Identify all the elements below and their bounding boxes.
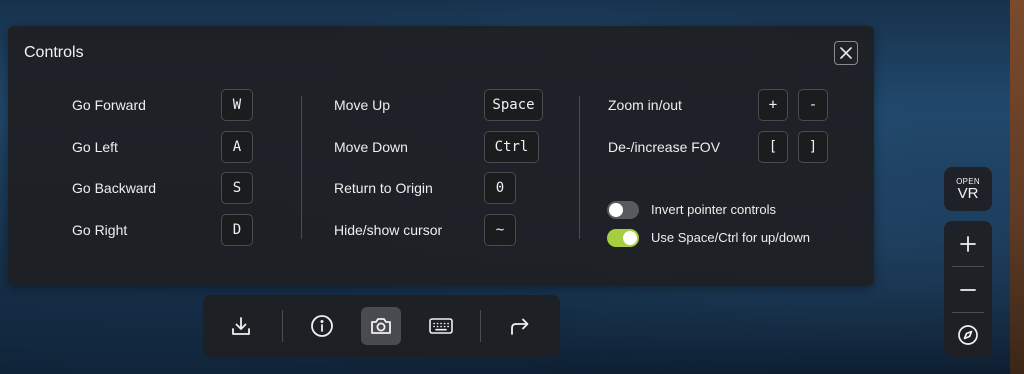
invert-pointer-toggle[interactable]: [607, 201, 639, 219]
toolbar-divider: [282, 310, 283, 342]
share-icon: [511, 318, 529, 335]
panel-title: Controls: [24, 44, 84, 61]
background-edge: [1010, 0, 1024, 374]
info-button[interactable]: [302, 307, 342, 345]
camera-icon: [371, 318, 391, 334]
control-label: Hide/show cursor: [334, 222, 443, 238]
bottom-toolbar: [203, 295, 560, 357]
key-minus[interactable]: -: [798, 89, 828, 121]
toggle-label: Invert pointer controls: [651, 202, 777, 217]
close-button[interactable]: [834, 41, 858, 65]
control-row-hide-cursor: Hide/show cursor ~: [8, 214, 568, 246]
control-row-return-origin: Return to Origin 0: [8, 172, 568, 204]
zoom-out-button[interactable]: [944, 267, 992, 312]
key-plus[interactable]: +: [758, 89, 788, 121]
minus-icon: [960, 288, 976, 291]
control-row-zoom: Zoom in/out + -: [8, 89, 874, 121]
plus-icon: [960, 235, 976, 252]
close-icon: [840, 47, 852, 59]
toggle-knob: [623, 231, 637, 245]
key-tilde[interactable]: ~: [484, 214, 516, 246]
toggle-label: Use Space/Ctrl for up/down: [651, 230, 810, 245]
control-label: De-/increase FOV: [608, 139, 721, 155]
key-bracket-left[interactable]: [: [758, 131, 788, 163]
key-bracket-right[interactable]: ]: [798, 131, 828, 163]
key-zero[interactable]: 0: [484, 172, 516, 204]
open-vr-button[interactable]: OPEN VR: [944, 167, 992, 211]
download-button[interactable]: [221, 307, 261, 345]
zoom-in-button[interactable]: [944, 221, 992, 266]
control-label: Zoom in/out: [608, 97, 682, 113]
toolbar-divider: [480, 310, 481, 342]
screenshot-button[interactable]: [361, 307, 401, 345]
space-ctrl-toggle[interactable]: [607, 229, 639, 247]
control-row-fov: De-/increase FOV [ ]: [8, 131, 874, 163]
compass-icon: [958, 325, 978, 345]
toggle-row-space-ctrl: Use Space/Ctrl for up/down: [607, 228, 847, 248]
toggle-row-invert-pointer: Invert pointer controls: [607, 200, 847, 220]
download-icon: [232, 317, 250, 335]
toggle-knob: [609, 203, 623, 217]
keyboard-controls-button[interactable]: [421, 307, 461, 345]
zoom-controls: [944, 221, 992, 357]
controls-panel: Controls Go Forward W Go Left A Go Backw…: [8, 26, 874, 286]
compass-button[interactable]: [944, 313, 992, 357]
vr-label-bottom: VR: [957, 184, 979, 202]
info-icon: [311, 315, 333, 337]
control-label: Return to Origin: [334, 180, 433, 196]
share-button[interactable]: [500, 307, 540, 345]
keyboard-icon: [429, 318, 453, 334]
